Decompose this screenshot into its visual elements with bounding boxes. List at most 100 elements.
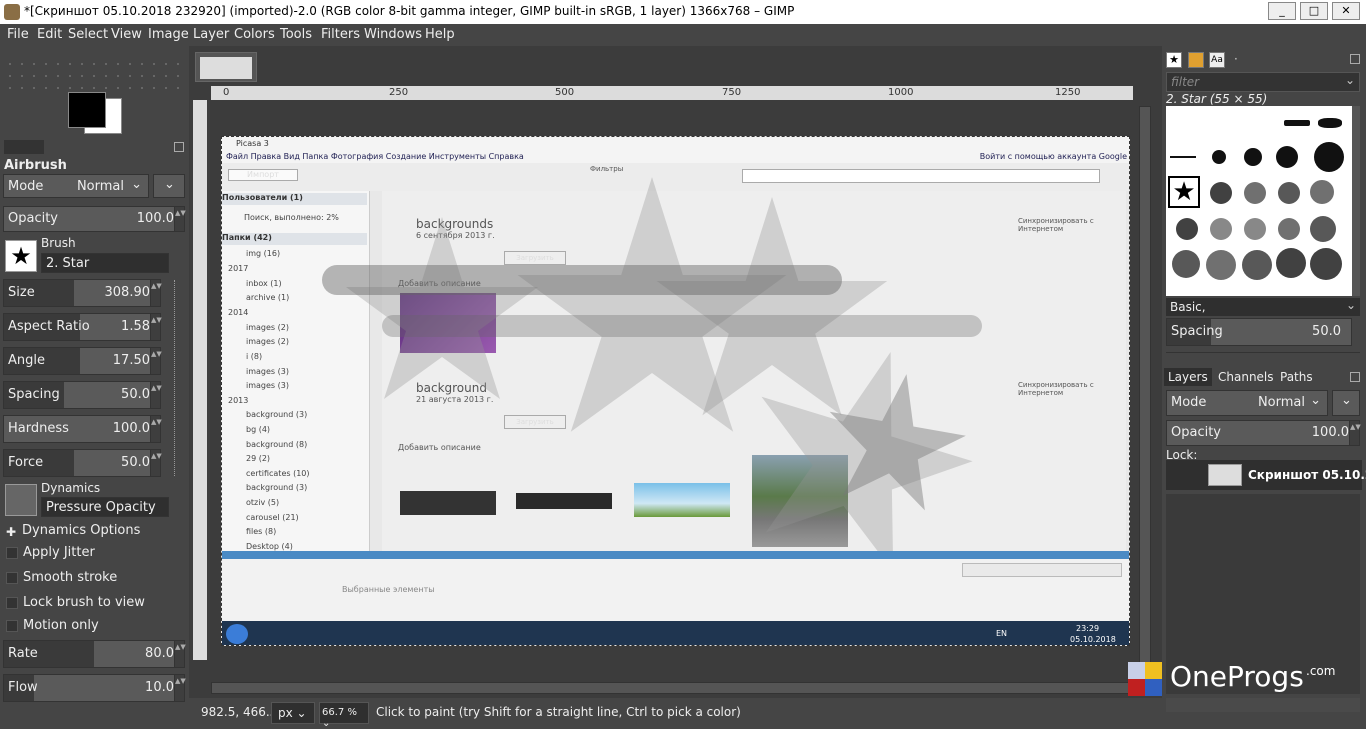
spin-arrows-icon[interactable]: ▲▼ [174, 641, 186, 667]
image-canvas[interactable]: Picasa 3 Файл Правка Вид Папка Фотографи… [221, 136, 1130, 646]
rate-slider[interactable]: Rate 80.0 ▲▼ [3, 640, 186, 668]
motion-only-checkbox[interactable] [6, 620, 18, 632]
tool-icons[interactable] [4, 58, 184, 92]
horizontal-ruler[interactable]: 0 250 500 750 1000 1250 [211, 86, 1133, 100]
aspect-ratio-slider[interactable]: Aspect Ratio 1.58 ▲▼ [3, 313, 162, 341]
patterns-tab-icon[interactable] [1188, 52, 1204, 68]
motion-only-label[interactable]: Motion only [23, 618, 99, 633]
menu-file[interactable]: File [7, 27, 29, 42]
spin-arrows-icon[interactable]: ▲▼ [150, 382, 162, 408]
force-label: Force [8, 455, 44, 470]
smooth-stroke-label[interactable]: Smooth stroke [23, 570, 117, 585]
brushes-tab-star-icon[interactable]: ★ [1166, 52, 1182, 68]
star-brush-icon[interactable]: ★ [1168, 176, 1200, 208]
layer-row[interactable]: Скриншот 05.10.2 [1166, 460, 1366, 490]
vertical-scrollbar[interactable] [1139, 106, 1151, 676]
unit-select[interactable]: px ⌄ [271, 702, 315, 724]
configure-icon[interactable] [1350, 54, 1360, 64]
status-message: Click to paint (try Shift for a straight… [376, 705, 741, 719]
close-tab-icon[interactable]: · [1234, 52, 1238, 66]
menu-filters[interactable]: Filters [321, 27, 360, 42]
close-button[interactable]: ✕ [1332, 2, 1360, 20]
folder: certificates (10) [246, 469, 310, 478]
spin-arrows-icon[interactable]: ▲▼ [1349, 421, 1361, 445]
menu-layer[interactable]: Layer [193, 27, 229, 42]
spin-arrows-icon[interactable]: ▲▼ [150, 348, 162, 374]
layer-mode-reset-button[interactable]: ⌄ [1332, 390, 1360, 416]
force-slider[interactable]: Force 50.0 ▲▼ [3, 449, 162, 477]
hardness-slider[interactable]: Hardness 100.0 ▲▼ [3, 415, 162, 443]
dynamics-options-label[interactable]: Dynamics Options [22, 523, 140, 538]
layer-opacity-slider[interactable]: Opacity 100.0 ▲▼ [1166, 420, 1361, 446]
brush-grid[interactable]: ★ [1166, 106, 1352, 296]
smooth-stroke-checkbox[interactable] [6, 572, 18, 584]
dynamics-icon[interactable] [5, 484, 37, 516]
lock-brush-label[interactable]: Lock brush to view [23, 595, 145, 610]
brush-preview-star-icon[interactable]: ★ [5, 240, 37, 272]
horizontal-scrollbar[interactable] [211, 682, 1133, 694]
spin-arrows-icon[interactable]: ▲▼ [174, 207, 186, 231]
mode-reset-button[interactable]: ⌄ [153, 174, 185, 198]
dynamics-label: Dynamics [41, 481, 101, 495]
picasa-titlebar: Picasa 3 [222, 137, 1129, 151]
menu-image[interactable]: Image [148, 27, 189, 42]
brush-filter-input[interactable]: filter ⌄ [1166, 72, 1360, 92]
upload-button: Загрузить [504, 251, 566, 265]
spin-arrows-icon[interactable]: ▲▼ [150, 450, 162, 476]
spin-arrows-icon[interactable]: ▲▼ [150, 416, 162, 442]
menu-help[interactable]: Help [425, 27, 455, 42]
zoom-select[interactable]: 66.7 % ⌄ [319, 702, 369, 729]
brush-spacing-slider[interactable]: Spacing 50.0 [1166, 318, 1352, 346]
maximize-button[interactable]: □ [1300, 2, 1328, 20]
angle-slider[interactable]: Angle 17.50 ▲▼ [3, 347, 162, 375]
spin-arrows-icon[interactable]: ▲▼ [150, 314, 162, 340]
size-slider[interactable]: Size 308.90 ▲▼ [3, 279, 162, 307]
brush-preset-select[interactable]: Basic, ⌄ [1166, 298, 1360, 316]
spin-arrows-icon[interactable]: ▲▼ [174, 675, 186, 701]
spacing-slider[interactable]: Spacing 50.0 ▲▼ [3, 381, 162, 409]
menu-view[interactable]: View [111, 27, 142, 42]
configure-icon[interactable] [174, 142, 184, 152]
folder: background (3) [246, 483, 308, 492]
mode-value: Normal [76, 179, 124, 194]
menu-select[interactable]: Select [68, 27, 108, 42]
expand-icon[interactable]: ✚ [6, 525, 16, 539]
size-label: Size [8, 285, 35, 300]
tab-paths[interactable]: Paths [1276, 368, 1317, 386]
flow-slider[interactable]: Flow 10.0 ▲▼ [3, 674, 186, 702]
opacity-slider[interactable]: Opacity 100.0 ▲▼ [3, 206, 186, 232]
sync-label: Синхронизировать с Интернетом [1018, 381, 1094, 397]
tab-layers[interactable]: Layers [1164, 368, 1212, 386]
lock-brush-checkbox[interactable] [6, 597, 18, 609]
layer-name[interactable]: Скриншот 05.10.2 [1248, 468, 1366, 482]
folder: archive (1) [246, 293, 290, 302]
layers-scrollbar[interactable] [1166, 698, 1360, 712]
brush-grid-scrollbar[interactable] [1352, 106, 1360, 296]
force-value: 50.0 [121, 455, 150, 470]
spin-arrows-icon[interactable]: ▲▼ [150, 280, 162, 306]
configure-icon[interactable] [1350, 372, 1360, 382]
tab-channels[interactable]: Channels [1214, 368, 1278, 386]
tool-options-tabs[interactable] [4, 140, 44, 154]
apply-jitter-label[interactable]: Apply Jitter [23, 545, 95, 560]
minimize-button[interactable]: _ [1268, 2, 1296, 20]
gimp-icon [4, 4, 20, 20]
brush-name-field[interactable]: 2. Star [41, 253, 169, 273]
folder-year: 2014 [228, 308, 249, 317]
reset-links[interactable] [174, 280, 182, 476]
fonts-tab-icon[interactable]: Aa [1209, 52, 1225, 68]
apply-jitter-checkbox[interactable] [6, 547, 18, 559]
menu-windows[interactable]: Windows [364, 27, 422, 42]
vertical-ruler[interactable] [193, 100, 207, 660]
chevron-down-icon: ⌄ [164, 177, 175, 192]
mode-select[interactable]: Mode Normal ⌄ [3, 174, 149, 198]
menu-edit[interactable]: Edit [37, 27, 62, 42]
foreground-color-swatch[interactable] [68, 92, 106, 128]
layer-mode-select[interactable]: Mode Normal ⌄ [1166, 390, 1328, 416]
dynamics-field[interactable]: Pressure Opacity [41, 497, 169, 517]
menu-tools[interactable]: Tools [280, 27, 312, 42]
image-tab[interactable] [195, 52, 257, 82]
unit-value: px [278, 706, 293, 720]
visibility-eye-icon[interactable] [1172, 466, 1182, 482]
menu-colors[interactable]: Colors [234, 27, 275, 42]
